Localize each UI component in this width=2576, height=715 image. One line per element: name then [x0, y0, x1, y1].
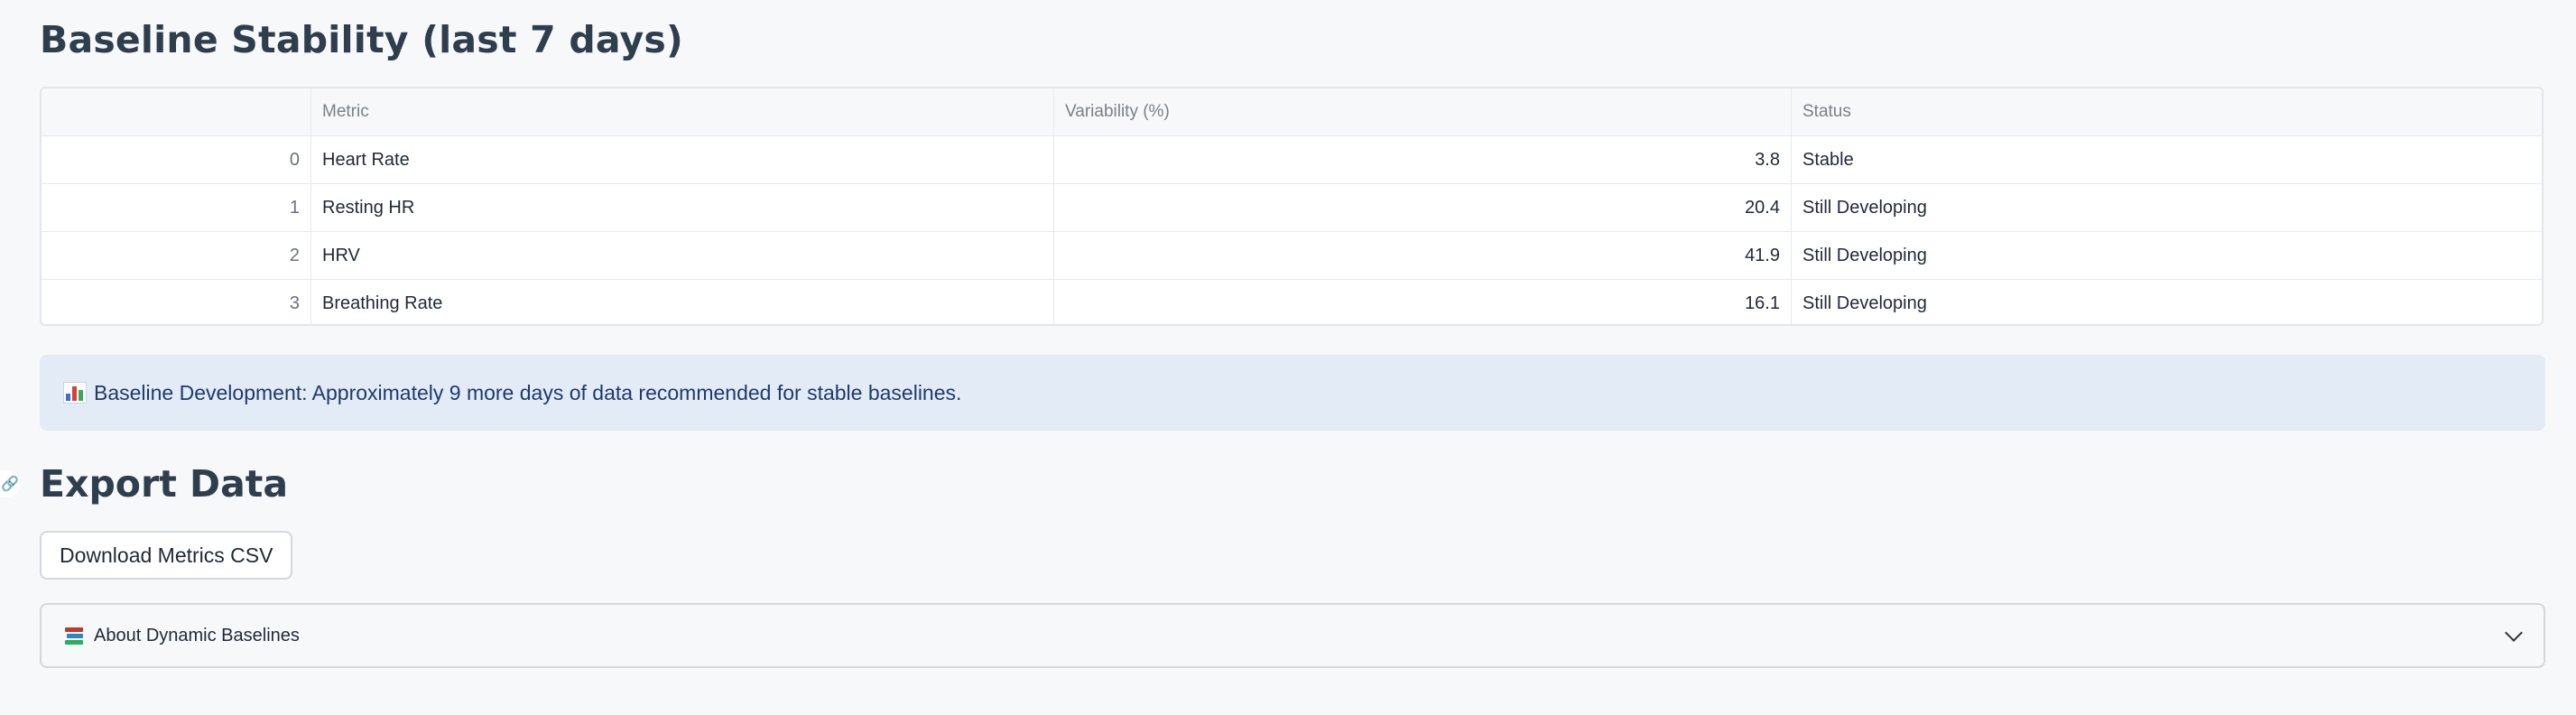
- metric-cell: Heart Rate: [311, 136, 1054, 183]
- expander-label: About Dynamic Baselines: [94, 625, 300, 645]
- variability-cell: 3.8: [1054, 136, 1792, 183]
- baseline-table[interactable]: Metric Variability (%) Status 0 Heart Ra…: [40, 87, 2544, 326]
- chevron-down-icon[interactable]: [2505, 624, 2523, 642]
- variability-cell: 16.1: [1054, 280, 1792, 324]
- row-index: 3: [42, 280, 311, 324]
- variability-cell: 41.9: [1054, 232, 1792, 279]
- table-row: 0 Heart Rate 3.8 Stable: [42, 136, 2542, 184]
- column-header-index[interactable]: [42, 88, 311, 135]
- column-header-metric[interactable]: Metric: [311, 88, 1054, 135]
- row-index: 2: [42, 232, 311, 279]
- variability-cell: 20.4: [1054, 184, 1792, 231]
- books-icon: [65, 627, 85, 645]
- download-metrics-button[interactable]: Download Metrics CSV: [40, 531, 293, 580]
- status-cell: Stable: [1802, 149, 1854, 170]
- info-text: Baseline Development: Approximately 9 mo…: [94, 380, 962, 404]
- metric-cell: Breathing Rate: [311, 280, 1054, 324]
- table-header-row: Metric Variability (%) Status: [42, 88, 2542, 136]
- status-cell: Still Developing: [1802, 245, 1927, 265]
- column-header-status[interactable]: Status: [1792, 88, 2542, 135]
- export-section-title: Export Data: [40, 462, 289, 506]
- page-title: Baseline Stability (last 7 days): [40, 18, 683, 61]
- table-row: 3 Breathing Rate 16.1 Still Developing: [42, 280, 2542, 324]
- bar-chart-icon: [63, 382, 87, 404]
- metric-cell: HRV: [311, 232, 1054, 279]
- baseline-info-alert: Baseline Development: Approximately 9 mo…: [40, 355, 2545, 431]
- metric-cell: Resting HR: [311, 184, 1054, 231]
- row-index: 1: [42, 184, 311, 231]
- status-cell: Still Developing: [1802, 293, 1927, 313]
- row-index: 0: [42, 136, 311, 183]
- about-baselines-expander[interactable]: About Dynamic Baselines: [40, 603, 2545, 668]
- status-cell: Still Developing: [1802, 197, 1927, 218]
- table-row: 1 Resting HR 20.4 Still Developing: [42, 184, 2542, 232]
- link-anchor-icon[interactable]: 🔗: [0, 470, 20, 497]
- table-row: 2 HRV 41.9 Still Developing: [42, 232, 2542, 280]
- column-header-variability[interactable]: Variability (%): [1054, 88, 1792, 135]
